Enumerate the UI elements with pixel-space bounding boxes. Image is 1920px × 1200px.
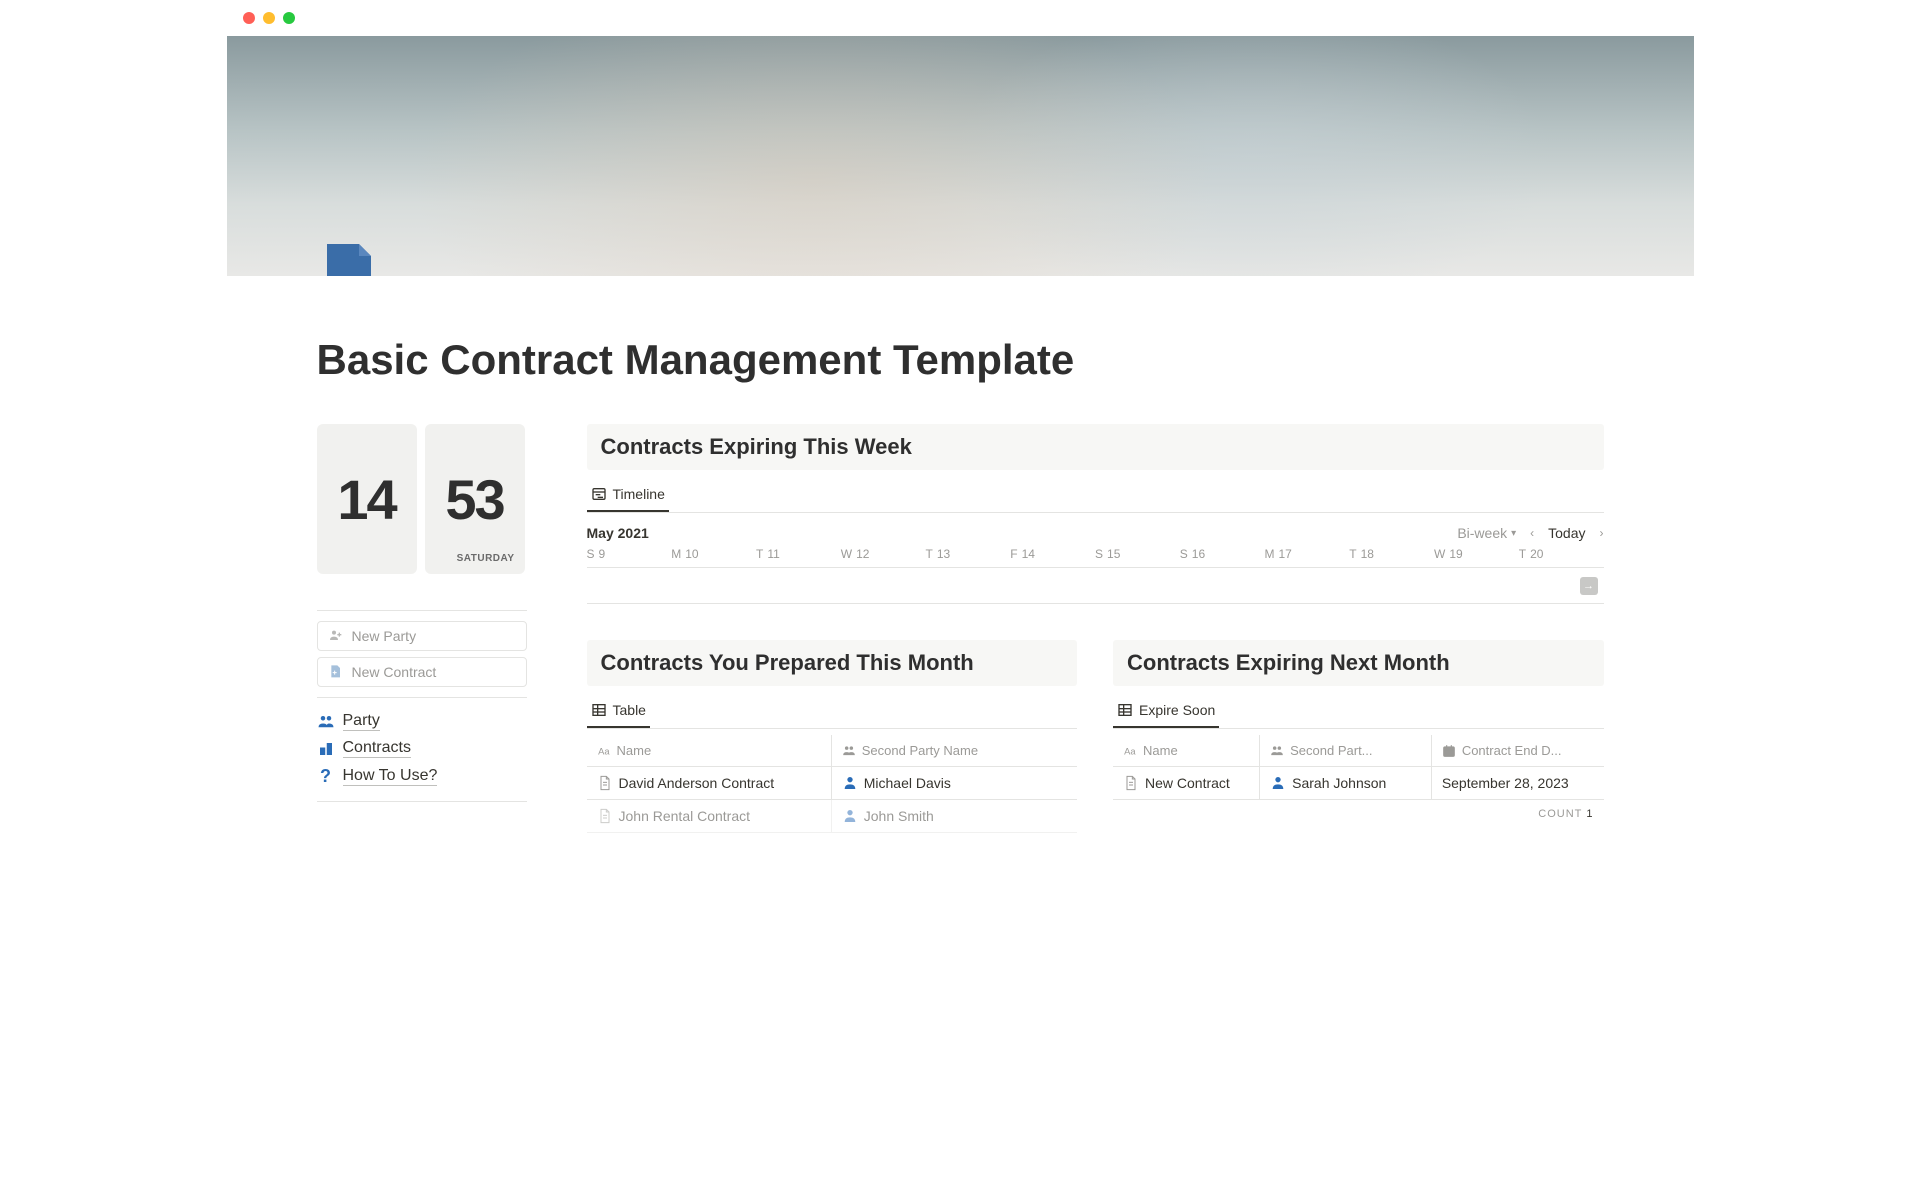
close-window-button[interactable]: [243, 12, 255, 24]
divider: [317, 610, 527, 611]
timeline-prev[interactable]: ‹: [1530, 526, 1534, 540]
clock-day: SATURDAY: [457, 553, 515, 564]
view-tab-timeline[interactable]: Timeline: [587, 478, 669, 512]
timeline-day: T20: [1519, 547, 1604, 561]
timeline-scroll-right[interactable]: →: [1580, 577, 1598, 595]
timeline-month: May 2021: [587, 525, 649, 541]
sidebar-link-party[interactable]: Party: [317, 708, 527, 735]
timeline-day: S15: [1095, 547, 1180, 561]
timeline-scale-select[interactable]: Bi-week ▾: [1457, 525, 1516, 541]
timeline-day: S9: [587, 547, 672, 561]
timeline-day: M10: [671, 547, 756, 561]
clock-widget: 14 53 SATURDAY: [317, 424, 527, 574]
col-header-name[interactable]: Aa Name: [1113, 735, 1260, 766]
timeline-day: W12: [841, 547, 926, 561]
timeline-next[interactable]: ›: [1600, 526, 1604, 540]
maximize-window-button[interactable]: [283, 12, 295, 24]
window-traffic-lights: [227, 0, 1694, 36]
divider: [317, 697, 527, 698]
timeline-today-button[interactable]: Today: [1548, 525, 1585, 541]
section-expiring-week-title: Contracts Expiring This Week: [587, 424, 1604, 470]
sidebar-link-howto[interactable]: ? How To Use?: [317, 762, 527, 791]
page-icon[interactable]: [317, 242, 381, 276]
row-count: COUNT 1: [1113, 800, 1604, 828]
svg-text:Aa: Aa: [598, 746, 610, 756]
new-party-button[interactable]: New Party: [317, 621, 527, 651]
col-header-second-party[interactable]: Second Part...: [1260, 735, 1432, 766]
table-row[interactable]: John Rental ContractJohn Smith: [587, 800, 1078, 833]
timeline-body[interactable]: →: [587, 568, 1604, 604]
divider: [317, 801, 527, 802]
col-header-second-party[interactable]: Second Party Name: [832, 735, 1077, 766]
timeline-day: F14: [1010, 547, 1095, 561]
clock-minute: 53: [445, 467, 503, 532]
section-prepared-title: Contracts You Prepared This Month: [587, 640, 1078, 686]
table-row[interactable]: David Anderson ContractMichael Davis: [587, 767, 1078, 800]
timeline-day: T11: [756, 547, 841, 561]
col-header-end-date[interactable]: Contract End D...: [1432, 735, 1604, 766]
svg-text:Aa: Aa: [1124, 746, 1136, 756]
view-tab-table[interactable]: Table: [587, 694, 650, 728]
view-tab-expire-soon[interactable]: Expire Soon: [1113, 694, 1219, 728]
timeline-day: S16: [1180, 547, 1265, 561]
timeline-day: T13: [926, 547, 1011, 561]
cover-image[interactable]: [227, 36, 1694, 276]
timeline-day: T18: [1349, 547, 1434, 561]
new-contract-button[interactable]: New Contract: [317, 657, 527, 687]
timeline-day-header: S9M10T11W12T13F14S15S16M17T18W19T20: [587, 547, 1604, 568]
timeline-day: M17: [1265, 547, 1350, 561]
sidebar-link-contracts[interactable]: Contracts: [317, 735, 527, 762]
col-header-name[interactable]: Aa Name: [587, 735, 832, 766]
section-expiring-next-title: Contracts Expiring Next Month: [1113, 640, 1604, 686]
minimize-window-button[interactable]: [263, 12, 275, 24]
timeline-day: W19: [1434, 547, 1519, 561]
page-title[interactable]: Basic Contract Management Template: [317, 336, 1604, 384]
table-row[interactable]: New ContractSarah JohnsonSeptember 28, 2…: [1113, 767, 1604, 800]
question-icon: ?: [317, 766, 335, 787]
clock-hour: 14: [337, 467, 395, 532]
